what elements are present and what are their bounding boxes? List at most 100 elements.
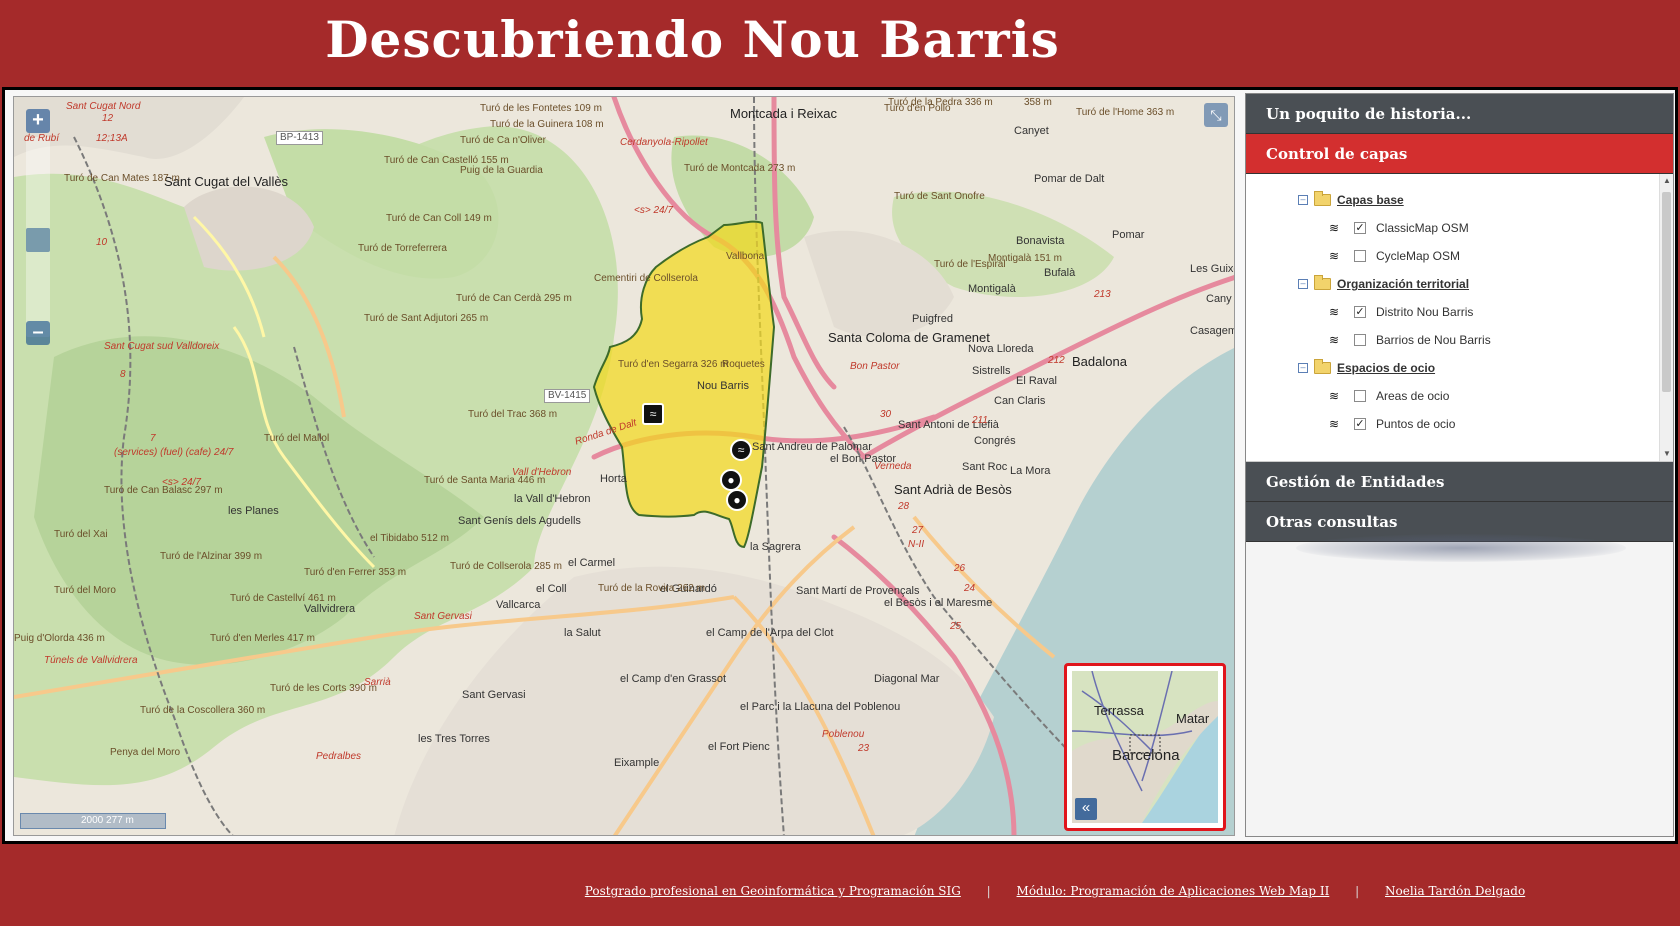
map-viewport[interactable]: + – ⤡ Sant Cugat del Vallès Montcada i R… <box>13 96 1235 836</box>
zoom-out-button[interactable]: – <box>26 321 50 345</box>
map-label: Puigfred <box>912 313 953 325</box>
road-label: 10 <box>96 237 108 248</box>
section-historia-header[interactable]: Un poquito de historia... <box>1246 94 1673 134</box>
map-label: Turó de les Corts 390 m <box>270 683 377 694</box>
collapse-icon[interactable]: – <box>1298 363 1308 373</box>
road-label: (services) (fuel) (cafe) 24/7 <box>114 447 234 458</box>
map-label: Sant Martí de Provençals <box>796 585 920 597</box>
layer-group-espacios-ocio[interactable]: – Espacios de ocio <box>1298 358 1435 378</box>
layer-group-label[interactable]: Organización territorial <box>1337 277 1469 291</box>
layer-item-areas-ocio[interactable]: ≋ Areas de ocio <box>1328 386 1449 406</box>
road-shield: BP-1413 <box>276 131 323 145</box>
road-label: 12;13A <box>96 133 128 144</box>
map-label: Puig de la Guardia <box>460 165 543 176</box>
map-label: Turó de Castellví 461 m <box>230 593 336 604</box>
road-label: 25 <box>950 621 962 632</box>
map-label: Turó de Can Cerdà 295 m <box>456 293 572 304</box>
layer-item-cyclemap[interactable]: ≋ CycleMap OSM <box>1328 246 1460 266</box>
map-label: Montcada i Reixac <box>730 106 837 121</box>
road-label: Pedralbes <box>316 751 362 762</box>
layer-item-distrito[interactable]: ≋ ✓ Distrito Nou Barris <box>1328 302 1473 322</box>
collapse-icon[interactable]: – <box>1298 279 1308 289</box>
map-label: Turó de l'Alzinar 399 m <box>160 551 263 562</box>
map-label: Sant Adrià de Besòs <box>894 482 1012 497</box>
road-label: 12 <box>102 113 114 124</box>
map-label: Congrés <box>974 435 1016 447</box>
map-label: Turó del Trac 368 m <box>468 409 558 420</box>
map-label: la Sagrera <box>750 541 801 553</box>
map-label: Puig d'Olorda 436 m <box>14 633 105 644</box>
layer-item-puntos-ocio[interactable]: ≋ ✓ Puntos de ocio <box>1328 414 1455 434</box>
map-label: Nova Lloreda <box>968 343 1034 355</box>
map-label: el Fort Pienc <box>708 741 770 753</box>
map-label: Penya del Moro <box>110 747 181 758</box>
layer-item-classicmap[interactable]: ≋ ✓ ClassicMap OSM <box>1328 218 1469 238</box>
footer-separator: | <box>986 884 991 898</box>
footer-link-postgrado[interactable]: Postgrado profesional en Geoinformática … <box>585 884 961 898</box>
layer-label: CycleMap OSM <box>1376 249 1461 263</box>
road-label: Poblenou <box>822 729 865 740</box>
road-label: <s> 24/7 <box>162 477 201 488</box>
layer-item-barrios[interactable]: ≋ Barrios de Nou Barris <box>1328 330 1491 350</box>
scroll-up-icon[interactable]: ▲ <box>1660 174 1673 188</box>
layer-label: Areas de ocio <box>1376 389 1450 403</box>
road-label: 213 <box>1094 289 1111 300</box>
layer-checkbox[interactable] <box>1354 250 1366 262</box>
poi-pool-icon[interactable]: ≈ <box>642 403 664 425</box>
map-label: Turó de Montcada 273 m <box>684 163 796 174</box>
layer-tree-scrollbar[interactable]: ▲ ▼ <box>1659 174 1673 461</box>
poi-sports-icon[interactable]: ● <box>726 489 748 511</box>
map-label: Diagonal Mar <box>874 673 940 685</box>
footer-link-autora[interactable]: Noelia Tardón Delgado <box>1385 884 1525 898</box>
road-label: Sant Cugat sud Valldoreix <box>104 341 220 352</box>
layer-label: ClassicMap OSM <box>1376 221 1469 235</box>
overview-map[interactable]: Terrassa Matar Barcelona « <box>1064 663 1226 831</box>
layer-checkbox[interactable]: ✓ <box>1354 418 1366 430</box>
overview-label: Matar <box>1176 711 1210 726</box>
layer-checkbox[interactable] <box>1354 334 1366 346</box>
map-label: Turó de la Guinera 108 m <box>490 119 604 130</box>
layers-icon: ≋ <box>1328 305 1340 319</box>
overview-toggle-button[interactable]: « <box>1075 798 1097 820</box>
layer-group-label[interactable]: Capas base <box>1337 193 1404 207</box>
layer-checkbox[interactable]: ✓ <box>1354 222 1366 234</box>
map-label: Sistrells <box>972 365 1011 377</box>
footer-link-modulo[interactable]: Módulo: Programación de Aplicaciones Web… <box>1017 884 1330 898</box>
map-label: Les Guixe <box>1190 263 1235 275</box>
layer-group-label[interactable]: Espacios de ocio <box>1337 361 1435 375</box>
road-shield: BV-1415 <box>544 389 591 403</box>
layer-group-capas-base[interactable]: – Capas base <box>1298 190 1404 210</box>
map-label: Túnels de Vallvidrera <box>44 655 138 666</box>
zoom-in-button[interactable]: + <box>26 109 50 133</box>
map-label: Bonavista <box>1016 235 1065 247</box>
map-label: Turó de Sant Onofre <box>894 191 985 202</box>
folder-icon <box>1314 359 1331 374</box>
scroll-down-icon[interactable]: ▼ <box>1660 447 1673 461</box>
section-entidades-header[interactable]: Gestión de Entidades <box>1246 462 1673 502</box>
zoom-slider-handle[interactable] <box>26 228 50 252</box>
main-frame: + – ⤡ Sant Cugat del Vallès Montcada i R… <box>2 87 1678 844</box>
map-label: Turó de l'Home 363 m <box>1076 107 1175 118</box>
layer-checkbox[interactable] <box>1354 390 1366 402</box>
layers-icon: ≋ <box>1328 249 1340 263</box>
map-label: Sant Genís dels Agudells <box>458 515 581 527</box>
map-label: Turó de Ca n'Oliver <box>460 135 547 146</box>
scrollbar-thumb[interactable] <box>1662 192 1671 392</box>
poi-pool-icon[interactable]: ≈ <box>730 439 752 461</box>
map-label: Turó del Xai <box>54 529 108 540</box>
panel-shadow <box>1296 534 1626 562</box>
folder-icon <box>1314 275 1331 290</box>
layer-checkbox[interactable]: ✓ <box>1354 306 1366 318</box>
map-label: Turó d'en Segarra 326 m <box>618 359 729 370</box>
footer: Postgrado profesional en Geoinformática … <box>0 884 1680 898</box>
layer-group-organizacion[interactable]: – Organización territorial <box>1298 274 1469 294</box>
poi-sports-icon[interactable]: ● <box>720 469 742 491</box>
layer-label: Puntos de ocio <box>1376 417 1456 431</box>
fullscreen-button[interactable]: ⤡ <box>1204 103 1228 127</box>
section-capas-header[interactable]: Control de capas <box>1246 134 1673 174</box>
map-label: El Raval <box>1016 375 1057 387</box>
collapse-icon[interactable]: – <box>1298 195 1308 205</box>
road-label: 8 <box>120 369 126 380</box>
road-label: 27 <box>912 525 924 536</box>
road-label: Sant Cugat Nord <box>66 101 141 112</box>
